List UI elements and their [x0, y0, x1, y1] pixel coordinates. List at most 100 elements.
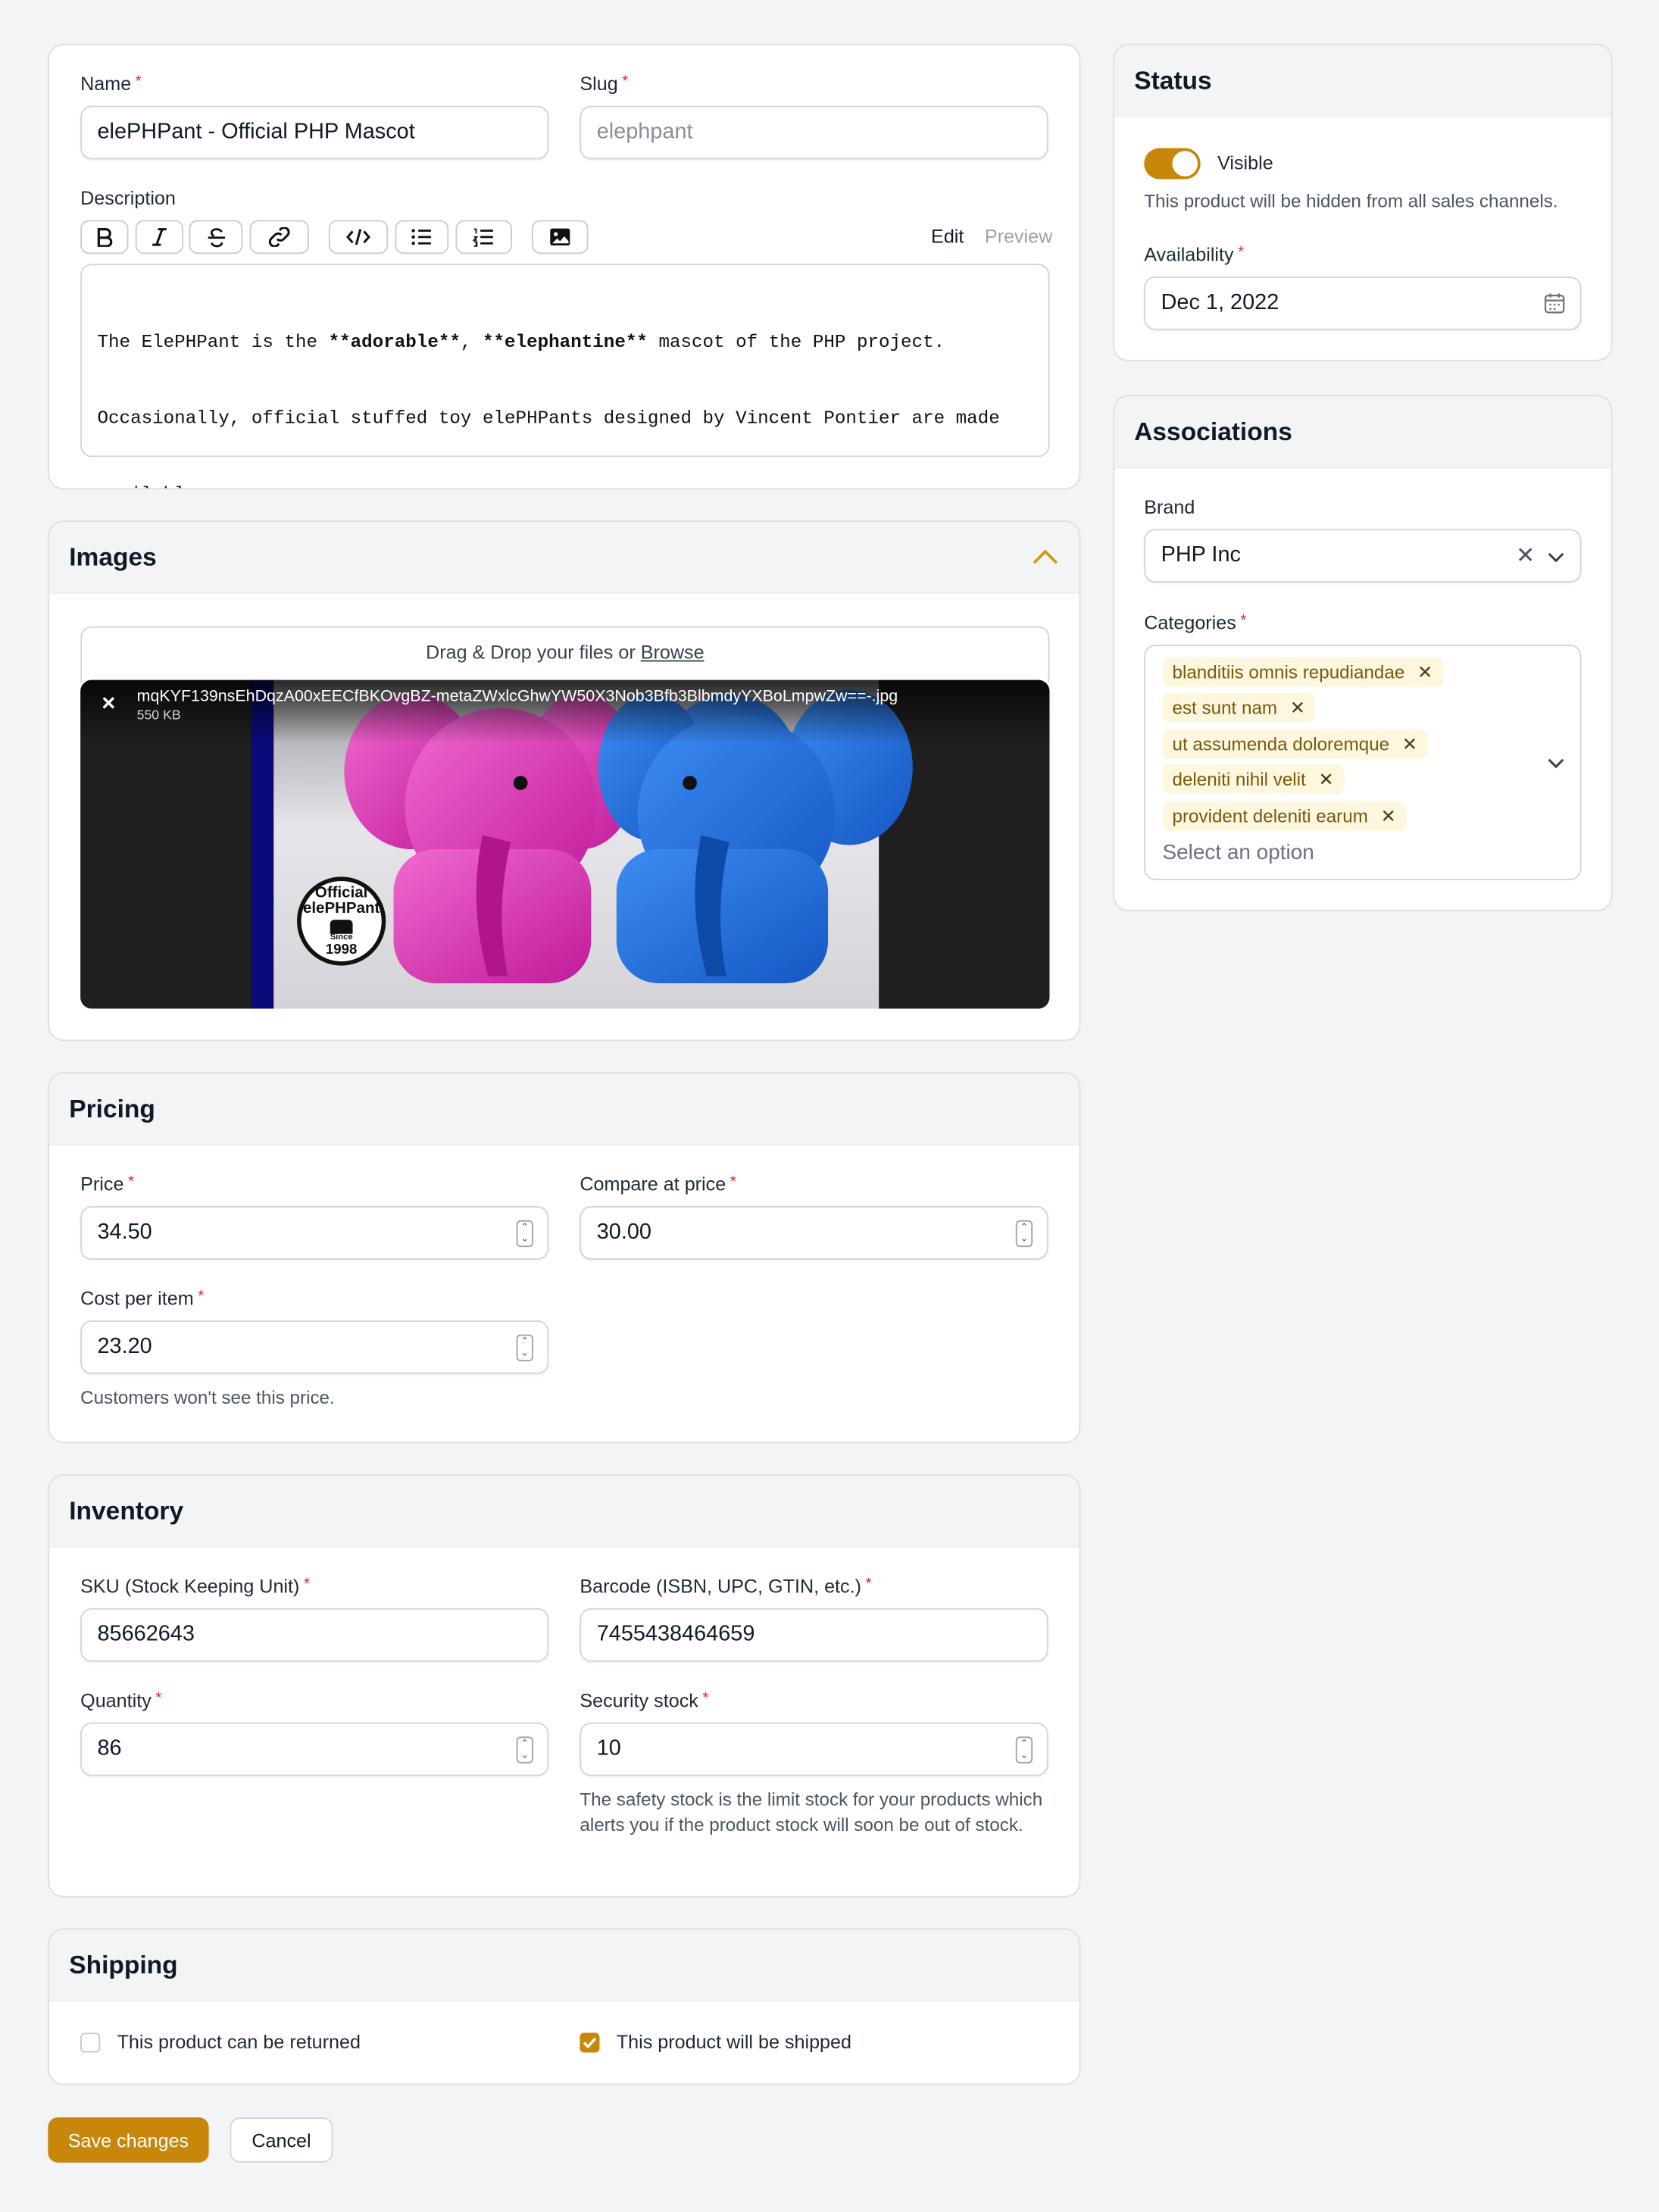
slug-label: Slug * — [580, 73, 629, 95]
close-icon[interactable]: ✕ — [1516, 542, 1535, 570]
images-title: Images — [69, 542, 157, 571]
cost-input[interactable]: 23.20 ⌃ ⌄ — [80, 1320, 549, 1374]
shipped-checkbox[interactable] — [580, 2032, 600, 2053]
close-icon: ✕ — [101, 692, 117, 714]
tab-edit[interactable]: Edit — [931, 226, 964, 247]
bold-icon — [97, 228, 113, 247]
shipping-title: Shipping — [69, 1950, 178, 1979]
description-line: The ElePHPant is the **adorable**, **ele… — [97, 331, 945, 353]
security-stock-label: Security stock * — [580, 1689, 709, 1711]
cancel-button[interactable]: Cancel — [230, 2117, 333, 2163]
close-icon[interactable]: ✕ — [1290, 696, 1305, 719]
dropzone[interactable]: Drag & Drop your files or Browse — [80, 626, 1050, 683]
visible-label: Visible — [1217, 152, 1273, 174]
category-tag: est sunt nam ✕ — [1162, 692, 1316, 723]
shipping-card: Shipping This product can be returned Th… — [48, 1928, 1081, 2085]
strikethrough-button[interactable] — [189, 220, 243, 255]
bold-button[interactable] — [80, 220, 129, 255]
stepper-icon[interactable]: ⌃ ⌄ — [1015, 1736, 1033, 1764]
chevron-down-icon[interactable] — [1548, 551, 1564, 563]
returnable-checkbox[interactable] — [80, 2032, 101, 2053]
associations-title: Associations — [1134, 417, 1292, 445]
stepper-icon[interactable]: ⌃ ⌄ — [516, 1736, 533, 1764]
name-label: Name * — [80, 73, 142, 95]
sku-input[interactable]: 85662643 — [80, 1607, 549, 1662]
images-header[interactable]: Images — [49, 522, 1079, 594]
status-card: Status Visible This product will be hidd… — [1113, 43, 1613, 361]
description-line: Occasionally, official stuffed toy elePH… — [97, 408, 1000, 430]
product-details-card: Name * elePHPant - Official PHP Mascot Sl… — [48, 43, 1081, 490]
category-tag: ut assumenda doloremque ✕ — [1162, 729, 1428, 759]
security-stock-input[interactable]: 10 ⌃ ⌄ — [580, 1722, 1048, 1776]
elephpant-photo — [80, 680, 1050, 1009]
price-input[interactable]: 34.50 ⌃ ⌄ — [80, 1206, 549, 1260]
pricing-header: Pricing — [49, 1073, 1079, 1146]
check-icon — [583, 2037, 597, 2048]
link-icon — [268, 227, 290, 247]
stepper-icon[interactable]: ⌃ ⌄ — [516, 1220, 533, 1248]
category-tag: deleniti nihil velit ✕ — [1162, 764, 1344, 795]
toggle-knob — [1172, 151, 1198, 177]
pricing-title: Pricing — [69, 1094, 155, 1123]
price-label: Price * — [80, 1173, 134, 1195]
file-name: mqKYF139nsEhDqzA00xEECfBKOvgBZ-metaZWxlc… — [136, 688, 898, 706]
associations-card: Associations Brand PHP Inc ✕ Categories *… — [1113, 395, 1613, 911]
inventory-title: Inventory — [69, 1495, 184, 1525]
badge-text: elePHPant — [302, 900, 380, 917]
status-title: Status — [1134, 65, 1212, 94]
bullet-list-button[interactable] — [395, 220, 449, 255]
quantity-input[interactable]: 86 ⌃ ⌄ — [80, 1722, 549, 1776]
inventory-header: Inventory — [49, 1475, 1079, 1548]
tab-preview[interactable]: Preview — [985, 226, 1052, 247]
barcode-input[interactable]: 7455438464659 — [580, 1607, 1048, 1662]
brand-select[interactable]: PHP Inc ✕ — [1144, 529, 1582, 583]
images-card: Images Drag & Drop your files or Browse — [48, 520, 1081, 1042]
numbered-list-button[interactable] — [455, 220, 512, 255]
description-line: available. — [97, 483, 1033, 489]
stepper-icon[interactable]: ⌃ ⌄ — [516, 1334, 533, 1362]
close-icon[interactable]: ✕ — [1381, 805, 1396, 827]
link-button[interactable] — [249, 220, 309, 255]
brand-label: Brand — [1144, 496, 1195, 518]
inventory-card: Inventory SKU (Stock Keeping Unit) * 8566… — [48, 1473, 1081, 1898]
image-button[interactable] — [532, 220, 589, 255]
close-icon[interactable]: ✕ — [1319, 768, 1334, 791]
chevron-down-icon[interactable] — [1548, 758, 1564, 769]
shipped-label[interactable]: This product will be shipped — [617, 2032, 851, 2053]
description-editor[interactable]: The ElePHPant is the **adorable**, **ele… — [80, 264, 1050, 488]
stepper-icon[interactable]: ⌃ ⌄ — [1015, 1220, 1033, 1248]
close-icon[interactable]: ✕ — [1417, 661, 1432, 683]
visible-toggle[interactable] — [1144, 148, 1201, 180]
availability-input[interactable]: Dec 1, 2022 — [1144, 276, 1582, 330]
file-size: 550 KB — [136, 708, 181, 724]
sku-label: SKU (Stock Keeping Unit) * — [80, 1576, 310, 1598]
strikethrough-icon — [207, 227, 225, 247]
chevron-up-icon[interactable] — [1031, 548, 1059, 565]
category-tag: provident deleniti earum ✕ — [1162, 801, 1406, 831]
remove-file-button[interactable]: ✕ — [97, 692, 120, 715]
badge-text: 1998 — [325, 942, 358, 958]
code-button[interactable] — [328, 220, 389, 255]
image-preview: Official elePHPant Since 1998 ✕ mqKYF139… — [80, 680, 1050, 1009]
elephant-silhouette-icon — [330, 920, 353, 934]
quantity-label: Quantity * — [80, 1689, 162, 1711]
italic-button[interactable] — [135, 220, 184, 255]
barcode-label: Barcode (ISBN, UPC, GTIN, etc.) * — [580, 1576, 872, 1598]
categories-select[interactable]: blanditiis omnis repudiandae ✕ est sunt n… — [1144, 645, 1582, 881]
cost-label: Cost per item * — [80, 1288, 205, 1310]
slug-input[interactable]: elephpant — [580, 105, 1048, 160]
security-stock-help: The safety stock is the limit stock for … — [580, 1789, 1043, 1836]
compare-price-input[interactable]: 30.00 ⌃ ⌄ — [580, 1206, 1048, 1260]
categories-placeholder[interactable]: Select an option — [1162, 841, 1314, 865]
categories-label: Categories * — [1144, 612, 1247, 634]
save-button[interactable]: Save changes — [48, 2117, 209, 2163]
calendar-icon[interactable] — [1543, 292, 1566, 314]
bullet-list-icon — [411, 229, 431, 245]
name-input[interactable]: elePHPant - Official PHP Mascot — [80, 105, 549, 160]
browse-link[interactable]: Browse — [641, 642, 705, 663]
associations-header: Associations — [1114, 396, 1611, 469]
returnable-label[interactable]: This product can be returned — [117, 2032, 361, 2053]
numbered-list-icon — [472, 228, 493, 247]
close-icon[interactable]: ✕ — [1402, 733, 1417, 755]
mascot-badge: Official elePHPant Since 1998 — [292, 886, 390, 958]
